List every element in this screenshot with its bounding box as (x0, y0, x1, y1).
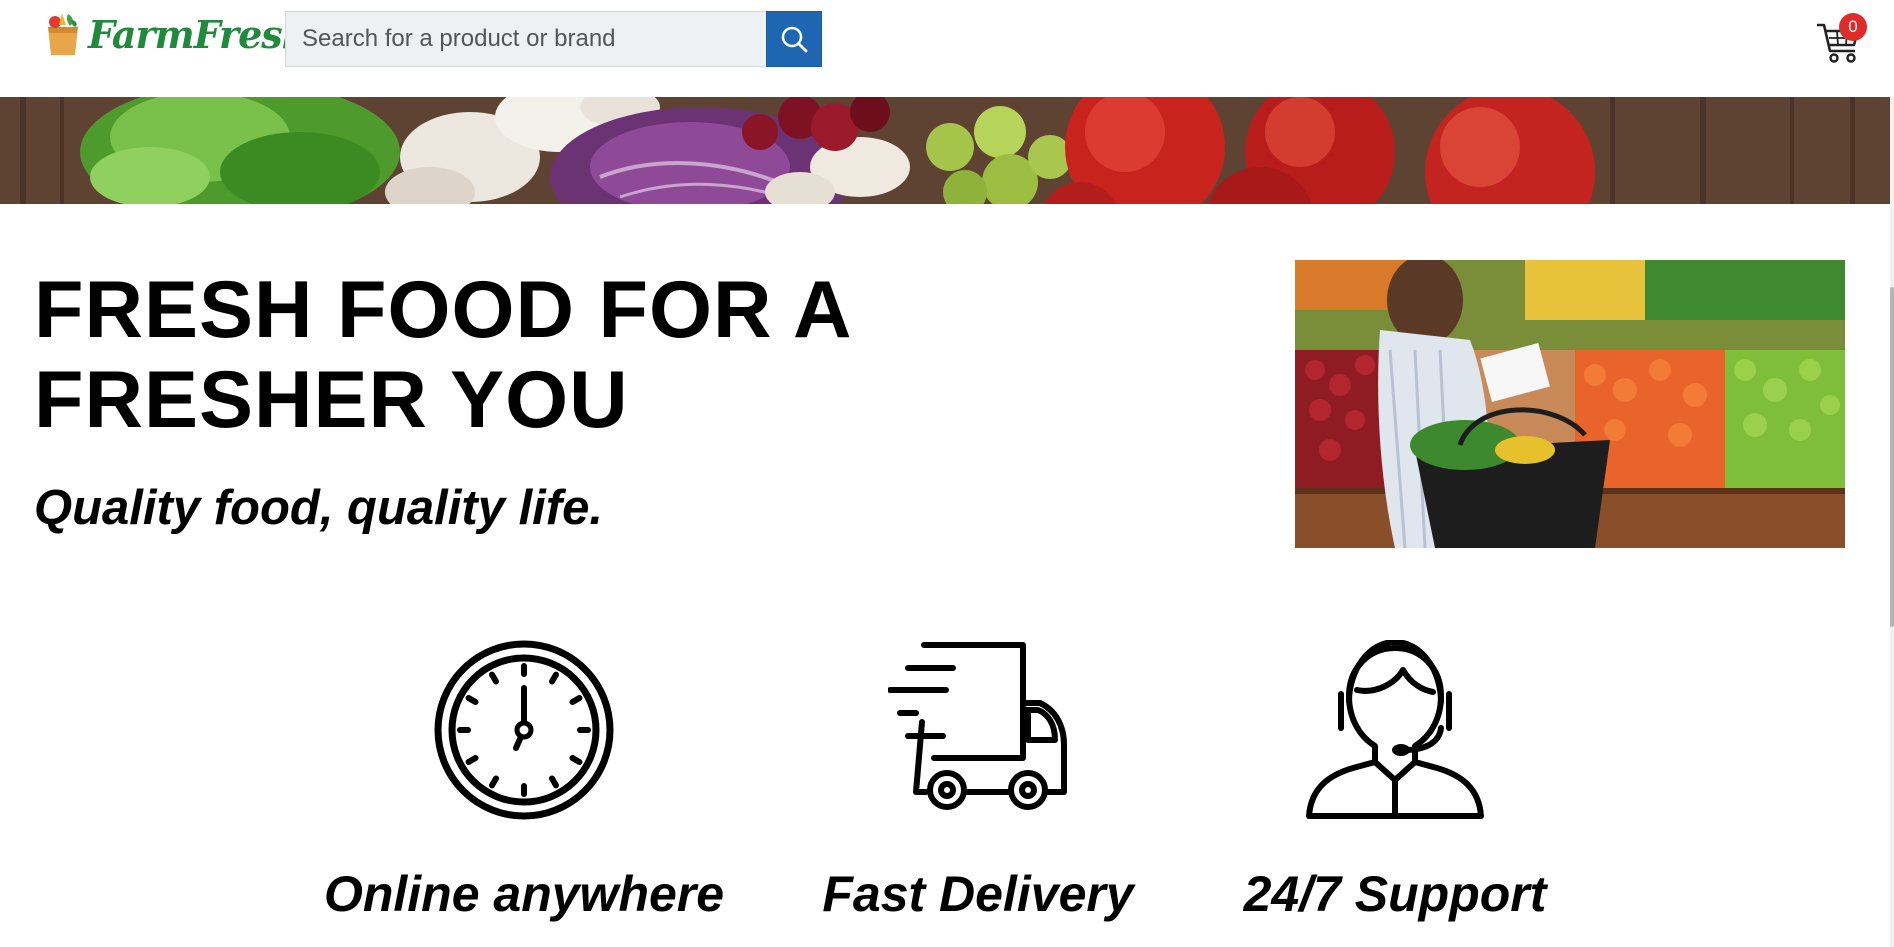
produce-banner (0, 97, 1890, 204)
clock-icon (434, 640, 614, 820)
support-agent-icon (1306, 640, 1484, 819)
feature-support: 24/7 Support (1244, 640, 1546, 922)
site-header: FarmFresh 0 (0, 0, 1894, 97)
hero-subtitle: Quality food, quality life. (34, 481, 603, 535)
cart-button[interactable]: 0 (1815, 13, 1867, 63)
shopper-photo (1295, 260, 1845, 548)
scrollbar-thumb[interactable] (1890, 287, 1894, 627)
produce-banner-image (0, 97, 1890, 204)
search-input[interactable] (285, 11, 766, 67)
feature-label: 24/7 Support (1243, 866, 1547, 922)
farmfresh-logo[interactable]: FarmFresh (44, 10, 309, 58)
feature-online-anywhere: Online anywhere (324, 640, 724, 922)
cart-count-badge: 0 (1839, 13, 1867, 41)
feature-label: Fast Delivery (822, 866, 1134, 922)
grocery-bag-icon (48, 13, 78, 55)
search-icon (781, 26, 808, 53)
feature-label: Online anywhere (323, 866, 725, 922)
shopper-photo-image (1295, 260, 1845, 548)
page-scrollbar[interactable] (1890, 97, 1894, 947)
hero-title: FRESH FOOD FOR A FRESHER YOU (34, 265, 850, 445)
delivery-truck-icon (888, 642, 1067, 810)
feature-fast-delivery: Fast Delivery (822, 640, 1134, 922)
search-bar (285, 11, 822, 67)
search-button[interactable] (766, 11, 822, 67)
logo-text: FarmFresh (88, 11, 309, 57)
